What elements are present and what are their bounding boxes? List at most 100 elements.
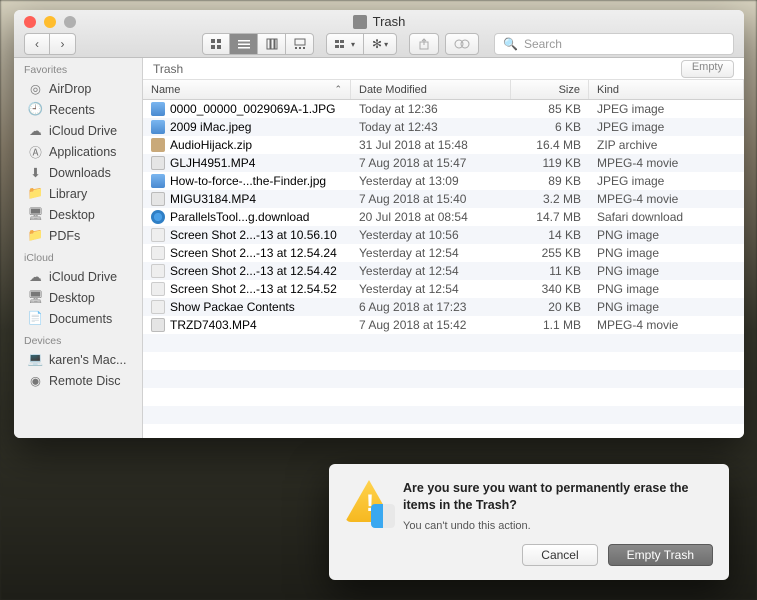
search-field[interactable]: 🔍 Search xyxy=(494,33,734,55)
file-row[interactable]: ParallelsTool...g.download20 Jul 2018 at… xyxy=(143,208,744,226)
sort-caret-icon: ⌃ xyxy=(334,84,342,95)
file-size: 119 KB xyxy=(511,156,589,170)
sidebar-item[interactable]: ◉Remote Disc xyxy=(14,370,142,391)
empty-row xyxy=(143,352,744,370)
empty-button[interactable]: Empty xyxy=(681,60,734,78)
file-date: Today at 12:43 xyxy=(351,120,511,134)
sidebar-item[interactable]: 🖥Desktop xyxy=(14,204,142,225)
file-icon xyxy=(151,174,165,188)
file-icon xyxy=(151,228,165,242)
file-row[interactable]: How-to-force-...the-Finder.jpgYesterday … xyxy=(143,172,744,190)
sidebar-item[interactable]: ⬇Downloads xyxy=(14,162,142,183)
sidebar-item-label: Desktop xyxy=(49,291,95,305)
sidebar-item[interactable]: ◎AirDrop xyxy=(14,78,142,99)
sidebar-heading: iCloud xyxy=(14,246,142,266)
sidebar-item[interactable]: 📄Documents xyxy=(14,308,142,329)
column-kind[interactable]: Kind xyxy=(589,80,744,99)
view-column-button[interactable] xyxy=(258,33,286,55)
sidebar-item-label: Library xyxy=(49,187,87,201)
column-size[interactable]: Size xyxy=(511,80,589,99)
file-row[interactable]: Show Packae Contents6 Aug 2018 at 17:232… xyxy=(143,298,744,316)
file-icon xyxy=(151,156,165,170)
file-icon xyxy=(151,120,165,134)
desktop-icon: 🖥 xyxy=(28,290,43,305)
file-row[interactable]: 0000_00000_0029069A-1.JPGToday at 12:368… xyxy=(143,100,744,118)
file-size: 16.4 MB xyxy=(511,138,589,152)
column-name[interactable]: Name⌃ xyxy=(143,80,351,99)
file-row[interactable]: TRZD7403.MP47 Aug 2018 at 15:421.1 MBMPE… xyxy=(143,316,744,334)
path-bar: Trash Empty xyxy=(143,58,744,80)
sidebar-item[interactable]: ☁iCloud Drive xyxy=(14,120,142,141)
sidebar-item[interactable]: 💻karen's Mac... xyxy=(14,349,142,370)
file-size: 14.7 MB xyxy=(511,210,589,224)
file-name: Screen Shot 2...-13 at 12.54.42 xyxy=(170,264,337,278)
nav-buttons: ‹ › xyxy=(24,33,76,55)
sidebar: Favorites◎AirDrop🕘Recents☁iCloud DriveⒶA… xyxy=(14,58,143,438)
file-row[interactable]: MIGU3184.MP47 Aug 2018 at 15:403.2 MBMPE… xyxy=(143,190,744,208)
sidebar-item[interactable]: 📁 PDFs xyxy=(14,225,142,246)
file-row[interactable]: 2009 iMac.jpegToday at 12:436 KBJPEG ima… xyxy=(143,118,744,136)
file-name: 2009 iMac.jpeg xyxy=(170,120,251,134)
file-name: AudioHijack.zip xyxy=(170,138,252,152)
forward-button[interactable]: › xyxy=(50,33,76,55)
file-icon xyxy=(151,264,165,278)
file-kind: PNG image xyxy=(589,282,744,296)
file-row[interactable]: Screen Shot 2...-13 at 12.54.42Yesterday… xyxy=(143,262,744,280)
sidebar-item-label: Documents xyxy=(49,312,112,326)
empty-trash-button[interactable]: Empty Trash xyxy=(608,544,713,566)
dialog-buttons: Cancel Empty Trash xyxy=(403,544,713,566)
cloud-icon: ☁ xyxy=(28,269,43,284)
view-list-button[interactable] xyxy=(230,33,258,55)
column-headers: Name⌃ Date Modified Size Kind xyxy=(143,80,744,100)
cancel-button[interactable]: Cancel xyxy=(522,544,597,566)
action-button[interactable]: ✻▾ xyxy=(364,33,397,55)
sidebar-item[interactable]: 🖥 Desktop xyxy=(14,287,142,308)
file-kind: JPEG image xyxy=(589,174,744,188)
sidebar-item-label: Applications xyxy=(49,145,116,159)
file-row[interactable]: AudioHijack.zip31 Jul 2018 at 15:4816.4 … xyxy=(143,136,744,154)
file-kind: JPEG image xyxy=(589,102,744,116)
file-row[interactable]: GLJH4951.MP47 Aug 2018 at 15:47119 KBMPE… xyxy=(143,154,744,172)
trash-icon xyxy=(353,15,367,29)
file-kind: MPEG-4 movie xyxy=(589,156,744,170)
window-title: Trash xyxy=(14,14,744,29)
view-icon-button[interactable] xyxy=(202,33,230,55)
file-name: GLJH4951.MP4 xyxy=(170,156,255,170)
file-name: ParallelsTool...g.download xyxy=(170,210,309,224)
file-row[interactable]: Screen Shot 2...-13 at 12.54.52Yesterday… xyxy=(143,280,744,298)
file-date: Yesterday at 10:56 xyxy=(351,228,511,242)
file-name: How-to-force-...the-Finder.jpg xyxy=(170,174,326,188)
recents-icon: 🕘 xyxy=(28,102,43,117)
column-date[interactable]: Date Modified xyxy=(351,80,511,99)
sidebar-item[interactable]: 📁Library xyxy=(14,183,142,204)
arrange-button[interactable]: ▾ xyxy=(326,33,364,55)
sidebar-item-label: PDFs xyxy=(49,229,80,243)
file-name: Screen Shot 2...-13 at 12.54.52 xyxy=(170,282,337,296)
finder-badge-icon xyxy=(371,504,395,528)
file-size: 1.1 MB xyxy=(511,318,589,332)
file-kind: JPEG image xyxy=(589,120,744,134)
file-date: Today at 12:36 xyxy=(351,102,511,116)
view-gallery-button[interactable] xyxy=(286,33,314,55)
computer-icon: 💻 xyxy=(28,352,43,367)
sidebar-item[interactable]: ☁iCloud Drive xyxy=(14,266,142,287)
file-list[interactable]: 0000_00000_0029069A-1.JPGToday at 12:368… xyxy=(143,100,744,438)
file-name: MIGU3184.MP4 xyxy=(170,192,256,206)
sidebar-item[interactable]: ⒶApplications xyxy=(14,141,142,162)
file-size: 85 KB xyxy=(511,102,589,116)
file-row[interactable]: Screen Shot 2...-13 at 12.54.24 Yesterday… xyxy=(143,244,744,262)
file-name: Screen Shot 2...-13 at 12.54.24 xyxy=(170,246,337,260)
folder-icon: 📁 xyxy=(28,228,43,243)
empty-row xyxy=(143,334,744,352)
file-date: Yesterday at 12:54 xyxy=(351,246,511,260)
file-size: 3.2 MB xyxy=(511,192,589,206)
share-button[interactable] xyxy=(409,33,439,55)
file-icon xyxy=(151,318,165,332)
dialog-icon: ! xyxy=(345,480,403,566)
sidebar-item-label: Desktop xyxy=(49,208,95,222)
tags-button[interactable] xyxy=(445,33,479,55)
sidebar-item-label: Downloads xyxy=(49,166,111,180)
sidebar-item[interactable]: 🕘Recents xyxy=(14,99,142,120)
file-row[interactable]: Screen Shot 2...-13 at 10.56.10Yesterday… xyxy=(143,226,744,244)
back-button[interactable]: ‹ xyxy=(24,33,50,55)
